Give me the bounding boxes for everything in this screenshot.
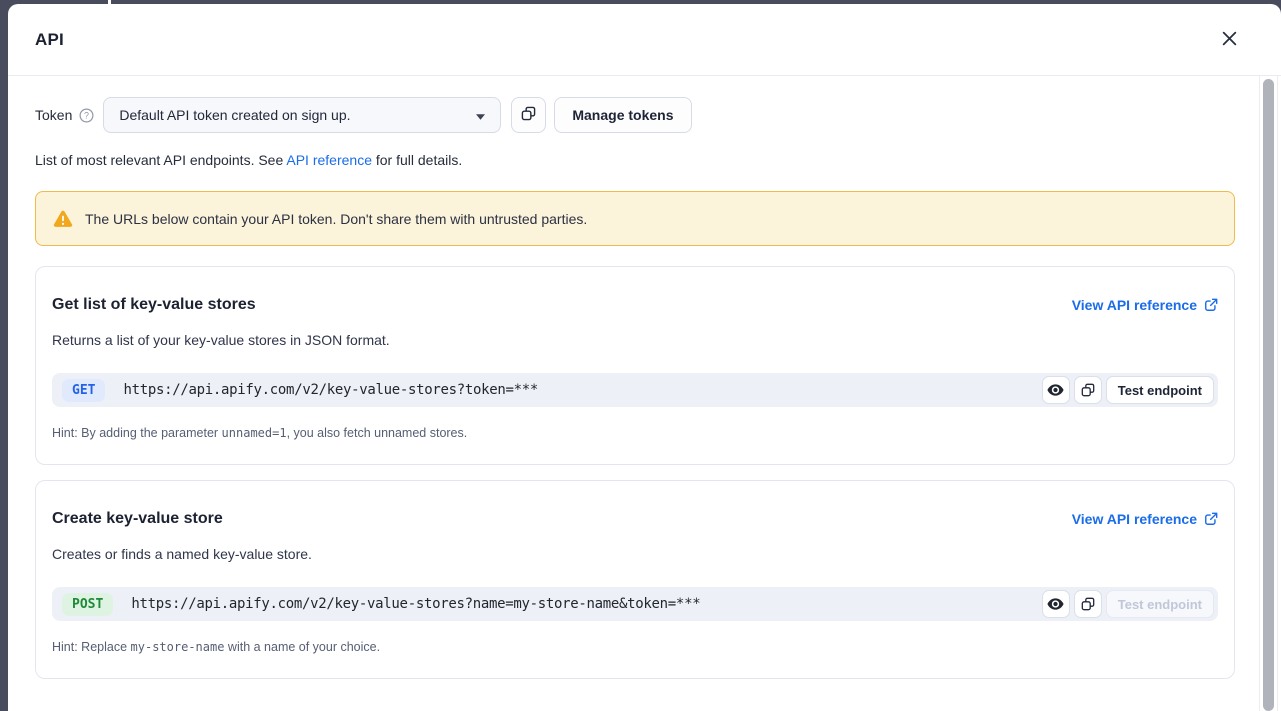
- copy-url-button[interactable]: [1074, 376, 1102, 404]
- endpoint-card-create-store: Create key-value store View API referenc…: [35, 480, 1235, 679]
- test-endpoint-button[interactable]: Test endpoint: [1106, 376, 1214, 404]
- card-description: Creates or finds a named key-value store…: [52, 546, 1218, 562]
- external-link-icon: [1204, 512, 1218, 526]
- card-title: Get list of key-value stores: [52, 296, 256, 314]
- endpoint-hint: Hint: Replace my-store-name with a name …: [52, 640, 1218, 654]
- page-title: API: [35, 30, 64, 50]
- copy-token-button[interactable]: [511, 97, 546, 133]
- endpoint-url: https://api.apify.com/v2/key-value-store…: [123, 382, 538, 398]
- scrollbar-track[interactable]: [1259, 76, 1278, 711]
- warning-text: The URLs below contain your API token. D…: [85, 211, 587, 227]
- modal-body: Token ? Default API token created on sig…: [8, 76, 1281, 679]
- hint-code: my-store-name: [131, 640, 225, 654]
- url-bar-actions: Test endpoint: [1042, 590, 1214, 618]
- card-title: Create key-value store: [52, 510, 223, 528]
- scrollbar-thumb[interactable]: [1263, 79, 1274, 711]
- view-api-reference-label: View API reference: [1072, 511, 1197, 527]
- token-select[interactable]: Default API token created on sign up.: [103, 97, 501, 133]
- intro-before: List of most relevant API endpoints. See: [35, 152, 286, 168]
- reveal-token-button[interactable]: [1042, 376, 1070, 404]
- view-api-reference-link[interactable]: View API reference: [1072, 511, 1218, 527]
- intro-text: List of most relevant API endpoints. See…: [35, 152, 1235, 168]
- copy-icon: [1081, 597, 1095, 611]
- warning-banner: The URLs below contain your API token. D…: [35, 191, 1235, 246]
- token-label: Token: [35, 107, 72, 123]
- token-row: Token ? Default API token created on sig…: [35, 97, 1235, 133]
- warning-icon: [53, 210, 73, 228]
- intro-after: for full details.: [372, 152, 462, 168]
- card-header: Get list of key-value stores View API re…: [52, 296, 1218, 314]
- close-icon: [1221, 30, 1238, 50]
- chevron-down-icon: [476, 107, 485, 123]
- token-select-value: Default API token created on sign up.: [119, 107, 350, 123]
- help-icon[interactable]: ?: [79, 108, 94, 123]
- view-api-reference-label: View API reference: [1072, 297, 1197, 313]
- copy-icon: [1081, 383, 1095, 397]
- eye-icon: [1047, 598, 1064, 610]
- endpoint-url-bar: POST https://api.apify.com/v2/key-value-…: [52, 587, 1218, 621]
- method-badge: POST: [62, 593, 113, 616]
- method-badge: GET: [62, 379, 105, 402]
- external-link-icon: [1204, 298, 1218, 312]
- eye-icon: [1047, 384, 1064, 396]
- card-header: Create key-value store View API referenc…: [52, 510, 1218, 528]
- endpoint-card-get-list: Get list of key-value stores View API re…: [35, 266, 1235, 465]
- test-endpoint-button[interactable]: Test endpoint: [1106, 590, 1214, 618]
- close-button[interactable]: [1217, 28, 1241, 52]
- manage-tokens-button[interactable]: Manage tokens: [554, 97, 691, 133]
- modal-header: API: [8, 4, 1281, 76]
- copy-icon: [521, 106, 536, 124]
- endpoint-url-bar: GET https://api.apify.com/v2/key-value-s…: [52, 373, 1218, 407]
- copy-url-button[interactable]: [1074, 590, 1102, 618]
- svg-text:?: ?: [84, 110, 89, 120]
- api-modal: API Token ? Default API token created on…: [8, 4, 1281, 711]
- endpoint-hint: Hint: By adding the parameter unnamed=1,…: [52, 426, 1218, 440]
- card-description: Returns a list of your key-value stores …: [52, 332, 1218, 348]
- api-reference-link[interactable]: API reference: [286, 152, 372, 168]
- hint-code: unnamed=1: [222, 426, 287, 440]
- reveal-token-button[interactable]: [1042, 590, 1070, 618]
- endpoint-url: https://api.apify.com/v2/key-value-store…: [131, 596, 700, 612]
- view-api-reference-link[interactable]: View API reference: [1072, 297, 1218, 313]
- url-bar-actions: Test endpoint: [1042, 376, 1214, 404]
